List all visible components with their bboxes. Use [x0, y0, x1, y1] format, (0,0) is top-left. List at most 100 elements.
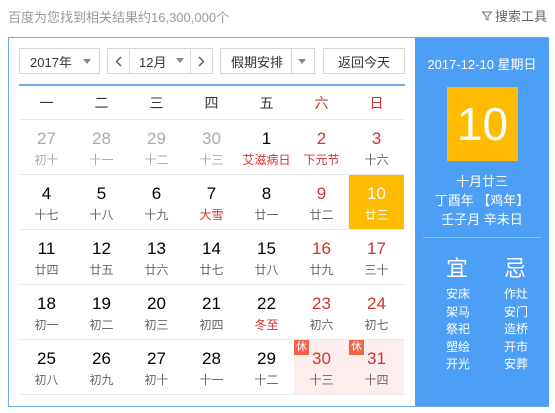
calendar-weeks: 27 初十 28 十一 29 十二 30 十三 1 艾滋病日 2 下元节 3 十六 4 十七 5 十八 6 十九 7 大雪…: [19, 120, 405, 395]
calendar-day[interactable]: 16 廿九: [294, 230, 349, 284]
day-number: 28: [92, 129, 111, 148]
calendar-day[interactable]: 1 艾滋病日: [239, 120, 294, 174]
month-select-value: 12月: [139, 54, 167, 70]
day-number: 29: [257, 349, 276, 368]
suitable-item: 安床: [446, 287, 471, 301]
day-lunar-label: 廿五: [89, 263, 114, 277]
calendar-day[interactable]: 22 冬至: [239, 285, 294, 339]
calendar-day[interactable]: 休 30 十三: [294, 340, 349, 394]
calendar-day[interactable]: 19 初二: [74, 285, 129, 339]
day-lunar-label: 廿三: [364, 208, 389, 222]
calendar-day[interactable]: 25 初八: [19, 340, 74, 394]
calendar-day[interactable]: 12 廿五: [74, 230, 129, 284]
day-lunar-label: 初十: [34, 153, 59, 167]
day-lunar-label: 十二: [254, 373, 279, 387]
year-select[interactable]: 2017年: [19, 48, 100, 74]
calendar-day[interactable]: 24 初七: [349, 285, 404, 339]
calendar-day[interactable]: 29 十二: [129, 120, 184, 174]
day-number: 3: [371, 129, 382, 148]
calendar-day[interactable]: 6 十九: [129, 175, 184, 229]
day-lunar-label: 十一: [199, 373, 224, 387]
calendar-day[interactable]: 5 十八: [74, 175, 129, 229]
calendar-day[interactable]: 14 廿七: [184, 230, 239, 284]
day-number: 10: [367, 184, 386, 203]
calendar-day[interactable]: 15 廿八: [239, 230, 294, 284]
day-number: 6: [151, 184, 162, 203]
calendar-day[interactable]: 9 廿二: [294, 175, 349, 229]
day-lunar-label: 廿六: [144, 263, 169, 277]
calendar-day-selected[interactable]: 10 廿三: [349, 175, 404, 229]
day-lunar-label: 大雪: [199, 208, 224, 222]
day-number: 7: [206, 184, 217, 203]
day-lunar-label: 初三: [144, 318, 169, 332]
weekday-thu: 四: [204, 95, 219, 111]
calendar-day[interactable]: 17 三十: [349, 230, 404, 284]
calendar-day[interactable]: 26 初九: [74, 340, 129, 394]
suitable-item: 塑绘: [446, 339, 471, 354]
next-month-button[interactable]: [190, 49, 212, 73]
calendar-day[interactable]: 18 初一: [19, 285, 74, 339]
avoid-item: 作灶: [504, 287, 529, 301]
calendar-day[interactable]: 2 下元节: [294, 120, 349, 174]
calendar-week-row: 25 初八 26 初九 27 初十 28 十一 29 十二 休 30 十三休 31 十四: [19, 340, 405, 395]
avoid-item: 造桥: [504, 322, 529, 336]
calendar-day[interactable]: 13 廿六: [129, 230, 184, 284]
day-number: 25: [37, 349, 56, 368]
day-lunar-label: 廿九: [309, 263, 334, 277]
weekday-fri: 五: [259, 95, 274, 111]
day-lunar-label: 初六: [309, 318, 334, 332]
search-tools-label: 搜索工具: [494, 9, 547, 24]
day-lunar-label: 十七: [34, 208, 59, 222]
day-detail-panel: 2017-12-10 星期日 10 十月廿三 丁酉年 【鸡年】 壬子月 辛未日 …: [415, 38, 549, 406]
day-number: 30: [312, 349, 331, 368]
day-number: 29: [147, 129, 166, 148]
day-lunar-label: 十八: [89, 208, 114, 222]
weekday-sun: 日: [369, 95, 384, 111]
avoid-item: 安门: [504, 304, 529, 319]
calendar-day[interactable]: 3 十六: [349, 120, 404, 174]
month-switcher: 12月: [107, 48, 213, 74]
chevron-left-icon: [115, 56, 122, 66]
weekday-tue: 二: [94, 95, 109, 111]
day-lunar-label: 廿一: [254, 208, 279, 222]
day-number: 8: [261, 184, 272, 203]
calendar-day[interactable]: 11 廿四: [19, 230, 74, 284]
day-number: 13: [147, 239, 166, 258]
year-select-value: 2017年: [30, 54, 72, 70]
calendar-day[interactable]: 23 初六: [294, 285, 349, 339]
month-select[interactable]: 12月: [130, 49, 190, 73]
suitable-item: 开光: [446, 357, 471, 371]
back-to-today-button[interactable]: 返回今天: [323, 48, 405, 74]
avoid-item: 开市: [504, 339, 529, 354]
chevron-down-icon: [298, 59, 306, 64]
calendar-day[interactable]: 28 十一: [184, 340, 239, 394]
weekday-sat: 六: [314, 95, 329, 111]
day-lunar-label: 初七: [364, 318, 389, 332]
calendar-day[interactable]: 27 初十: [19, 120, 74, 174]
day-lunar-label: 下元节: [303, 153, 340, 167]
holiday-select[interactable]: 假期安排: [220, 48, 315, 74]
calendar-day[interactable]: 8 廿一: [239, 175, 294, 229]
calendar-day[interactable]: 29 十二: [239, 340, 294, 394]
suitable-item: 祭祀: [446, 322, 471, 336]
calendar-day[interactable]: 休 31 十四: [349, 340, 404, 394]
day-lunar-label: 初二: [89, 318, 114, 332]
day-lunar-label: 十一: [89, 153, 114, 167]
calendar-day[interactable]: 21 初四: [184, 285, 239, 339]
avoid-list: 作灶 安门 造桥 开市 安葬: [504, 286, 544, 374]
day-lunar-label: 艾滋病日: [242, 153, 291, 167]
calendar-day[interactable]: 28 十一: [74, 120, 129, 174]
calendar-day[interactable]: 30 十三: [184, 120, 239, 174]
calendar-day[interactable]: 27 初十: [129, 340, 184, 394]
day-number: 27: [37, 129, 56, 148]
calendar-day[interactable]: 4 十七: [19, 175, 74, 229]
search-tools-button[interactable]: 搜索工具: [481, 6, 547, 25]
calendar-day[interactable]: 20 初三: [129, 285, 184, 339]
day-number: 16: [312, 239, 331, 258]
calendar-week-row: 18 初一 19 初二 20 初三 21 初四 22 冬至 23 初六 24 初七: [19, 285, 405, 340]
day-number: 4: [41, 184, 52, 203]
day-lunar-label: 初一: [34, 318, 59, 332]
day-number: 19: [92, 294, 111, 313]
prev-month-button[interactable]: [108, 49, 130, 73]
calendar-day[interactable]: 7 大雪: [184, 175, 239, 229]
